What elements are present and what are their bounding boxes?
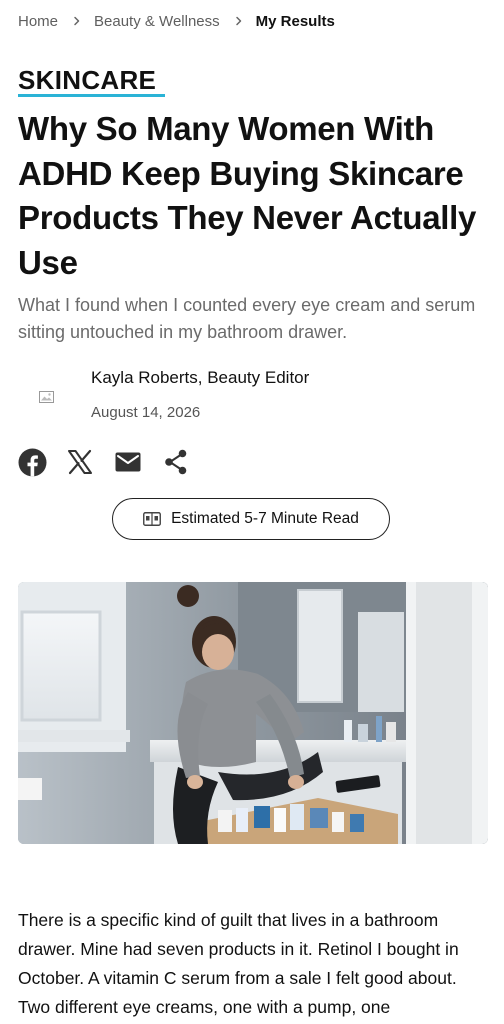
chevron-right-icon bbox=[234, 16, 244, 26]
share-icon[interactable] bbox=[161, 447, 191, 477]
breadcrumb: Home Beauty & Wellness My Results bbox=[18, 11, 335, 31]
publish-date: August 14, 2026 bbox=[91, 404, 201, 421]
breadcrumb-current: My Results bbox=[255, 12, 335, 30]
read-time-text: Estimated 5-7 Minute Read bbox=[171, 510, 359, 527]
facebook-icon[interactable] bbox=[17, 447, 47, 477]
article-dek: What I found when I counted every eye cr… bbox=[18, 295, 476, 342]
breadcrumb-category-link[interactable]: Beauty & Wellness bbox=[94, 13, 220, 30]
author-name[interactable]: Kayla Roberts, Beauty Editor bbox=[91, 368, 309, 388]
article-body-paragraph: There is a specific kind of guilt that l… bbox=[18, 910, 459, 1017]
book-icon bbox=[143, 512, 162, 526]
hero-image bbox=[18, 582, 488, 844]
category-label[interactable]: SKINCARE bbox=[18, 64, 156, 96]
read-time-badge: Estimated 5-7 Minute Read bbox=[112, 498, 390, 540]
email-icon[interactable] bbox=[113, 447, 143, 477]
author-avatar-icon bbox=[39, 390, 54, 403]
share-bar bbox=[17, 447, 209, 477]
chevron-right-icon bbox=[72, 16, 82, 26]
x-icon[interactable] bbox=[65, 447, 95, 477]
article-headline: Why So Many Women With ADHD Keep Buying … bbox=[18, 110, 477, 281]
category-underline bbox=[18, 94, 165, 97]
article-page: Home Beauty & Wellness My Results SKINCA… bbox=[0, 0, 504, 1024]
breadcrumb-home-link[interactable]: Home bbox=[18, 13, 58, 30]
